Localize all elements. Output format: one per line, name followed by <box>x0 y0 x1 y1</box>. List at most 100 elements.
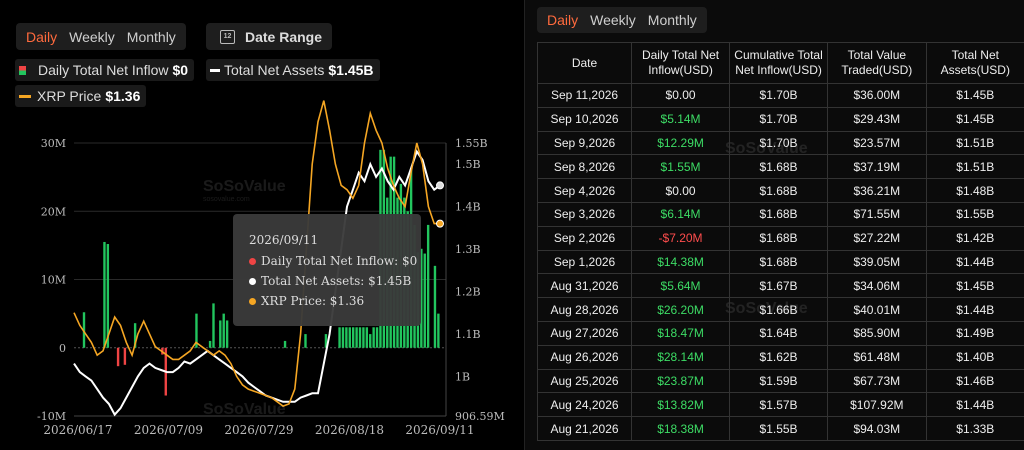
table-row[interactable]: Aug 28,2026 $26.20M $1.66B $40.01M $1.44B <box>536 297 1024 322</box>
table-cell: Aug 21,2026 <box>536 416 633 441</box>
table-cell: $5.14M <box>631 106 731 132</box>
table-cell: Aug 26,2026 <box>536 344 633 370</box>
table-cell: $37.19M <box>827 154 927 180</box>
table-cell: -$7.20M <box>631 225 731 251</box>
table-cell: $12.29M <box>631 130 731 156</box>
inflow-bar <box>426 224 430 348</box>
table-tab-daily[interactable]: Daily <box>541 7 584 33</box>
inflow-bar <box>352 327 355 348</box>
watermark-logo: SoSoValue <box>203 178 286 195</box>
table-cell: Sep 10,2026 <box>536 106 633 132</box>
white-dot-icon <box>249 277 256 285</box>
etf-data-table: Date Daily Total Net Inflow(USD) Cumulat… <box>536 42 1024 441</box>
table-cell: $1.70B <box>729 106 829 132</box>
y-tick-label-right: 1.1B <box>455 328 481 341</box>
table-cell: $13.82M <box>631 392 731 418</box>
table-cell: Sep 9,2026 <box>536 130 633 156</box>
table-cell: Aug 25,2026 <box>536 368 633 394</box>
tooltip-row-inflow: Daily Total Net Inflow: $0 <box>249 254 417 268</box>
table-cell: $1.44B <box>925 249 1024 275</box>
table-row[interactable]: Sep 9,2026 $12.29M $1.70B $23.57M $1.51B <box>536 130 1024 156</box>
col-daily-inflow[interactable]: Daily Total Net Inflow(USD) <box>631 42 731 84</box>
table-row[interactable]: Sep 1,2026 $14.38M $1.68B $39.05M $1.44B <box>536 249 1024 275</box>
table-cell: $1.45B <box>925 83 1024 108</box>
inflow-bar <box>304 334 307 348</box>
table-row[interactable]: Sep 11,2026 $0.00 $1.70B $36.00M $1.45B <box>536 83 1024 108</box>
table-cell: $1.62B <box>729 344 829 370</box>
table-row[interactable]: Sep 4,2026 $0.00 $1.68B $36.21M $1.48B <box>536 178 1024 203</box>
y-tick-label-right: 906.59M <box>455 410 505 423</box>
table-row[interactable]: Aug 27,2026 $18.47M $1.64B $85.90M $1.49B <box>536 320 1024 346</box>
inflow-bar <box>283 340 287 348</box>
table-cell: $28.14M <box>631 344 731 370</box>
table-cell: $107.92M <box>827 392 927 418</box>
inflow-bar <box>345 327 348 348</box>
table-cell: $27.22M <box>827 225 927 251</box>
y-tick-label-left: 10M <box>41 274 66 287</box>
table-cell: Sep 1,2026 <box>536 249 633 275</box>
table-row[interactable]: Aug 21,2026 $18.38M $1.55B $94.03M $1.33B <box>536 416 1024 441</box>
inflow-bar <box>372 327 375 348</box>
col-net-assets[interactable]: Total Net Assets(USD) <box>925 42 1024 84</box>
table-row[interactable]: Aug 25,2026 $23.87M $1.59B $67.73M $1.46B <box>536 368 1024 394</box>
inflow-bar <box>103 241 106 348</box>
y-tick-label-right: 1.4B <box>455 201 481 214</box>
col-date[interactable]: Date <box>536 42 633 84</box>
table-cell: Sep 4,2026 <box>536 178 633 203</box>
inflow-bar <box>362 327 365 348</box>
y-tick-label-right: 1.2B <box>455 286 481 299</box>
table-cell: $0.00 <box>631 178 731 203</box>
table-tab-monthly[interactable]: Monthly <box>642 7 703 33</box>
chart-panel: Daily Weekly Monthly 12 Date Range Daily… <box>0 0 522 450</box>
inflow-bar <box>358 327 362 348</box>
table-cell: $1.70B <box>729 83 829 108</box>
inflow-bar <box>116 347 120 367</box>
inflow-bar <box>341 327 345 348</box>
watermark-2: SoSoValue <box>203 401 286 419</box>
tooltip-row-price: XRP Price: $1.36 <box>249 294 364 308</box>
table-row[interactable]: Sep 3,2026 $6.14M $1.68B $71.55M $1.55B <box>536 201 1024 227</box>
table-row[interactable]: Sep 2,2026 -$7.20M $1.68B $27.22M $1.42B <box>536 225 1024 251</box>
table-cell: $1.40B <box>925 344 1024 370</box>
table-cell: $1.49B <box>925 320 1024 346</box>
table-cell: $6.14M <box>631 201 731 227</box>
table-tab-weekly[interactable]: Weekly <box>584 7 642 33</box>
table-cell: $94.03M <box>827 416 927 441</box>
table-cell: $36.00M <box>827 83 927 108</box>
watermark-logo: SoSoValue <box>203 401 286 418</box>
y-tick-label-right: 1.3B <box>455 243 481 256</box>
table-period-tabs: Daily Weekly Monthly <box>537 7 707 33</box>
inflow-bar <box>208 340 212 348</box>
table-row[interactable]: Aug 24,2026 $13.82M $1.57B $107.92M $1.44B <box>536 392 1024 418</box>
table-cell: $1.68B <box>729 201 829 227</box>
table-cell: $71.55M <box>827 201 927 227</box>
table-cell: $29.43M <box>827 106 927 132</box>
y-tick-label-left: 0 <box>59 342 66 355</box>
table-cell: $1.64B <box>729 320 829 346</box>
table-cell: Sep 2,2026 <box>536 225 633 251</box>
table-cell: $61.48M <box>827 344 927 370</box>
table-cell: Sep 8,2026 <box>536 154 633 180</box>
table-cell: $14.38M <box>631 249 731 275</box>
table-cell: $1.68B <box>729 249 829 275</box>
table-row[interactable]: Aug 26,2026 $28.14M $1.62B $61.48M $1.40B <box>536 344 1024 370</box>
table-row[interactable]: Sep 8,2026 $1.55M $1.68B $37.19M $1.51B <box>536 154 1024 180</box>
table-cell: $1.45B <box>925 273 1024 299</box>
inflow-bar <box>123 347 127 365</box>
table-row[interactable]: Sep 10,2026 $5.14M $1.70B $29.43M $1.45B <box>536 106 1024 132</box>
y-tick-label-left: -10M <box>37 410 66 423</box>
x-tick-label: 2026/08/18 <box>315 423 384 437</box>
table-header-row: Date Daily Total Net Inflow(USD) Cumulat… <box>536 42 1024 84</box>
inflow-bar <box>219 320 222 348</box>
col-cumulative-inflow[interactable]: Cumulative Total Net Inflow(USD) <box>729 42 829 84</box>
table-cell: $1.44B <box>925 392 1024 418</box>
inflow-bar <box>437 313 440 348</box>
inflow-bar <box>338 327 341 348</box>
col-value-traded[interactable]: Total Value Traded(USD) <box>827 42 927 84</box>
table-row[interactable]: Aug 31,2026 $5.64M $1.67B $34.06M $1.45B <box>536 273 1024 299</box>
inflow-bar <box>222 313 225 348</box>
red-dot-icon <box>249 257 256 265</box>
tooltip-date: 2026/09/11 <box>249 233 319 247</box>
tooltip-inflow: Daily Total Net Inflow: $0 <box>261 254 418 268</box>
chart-tooltip: 2026/09/11 Daily Total Net Inflow: $0 To… <box>233 214 421 326</box>
